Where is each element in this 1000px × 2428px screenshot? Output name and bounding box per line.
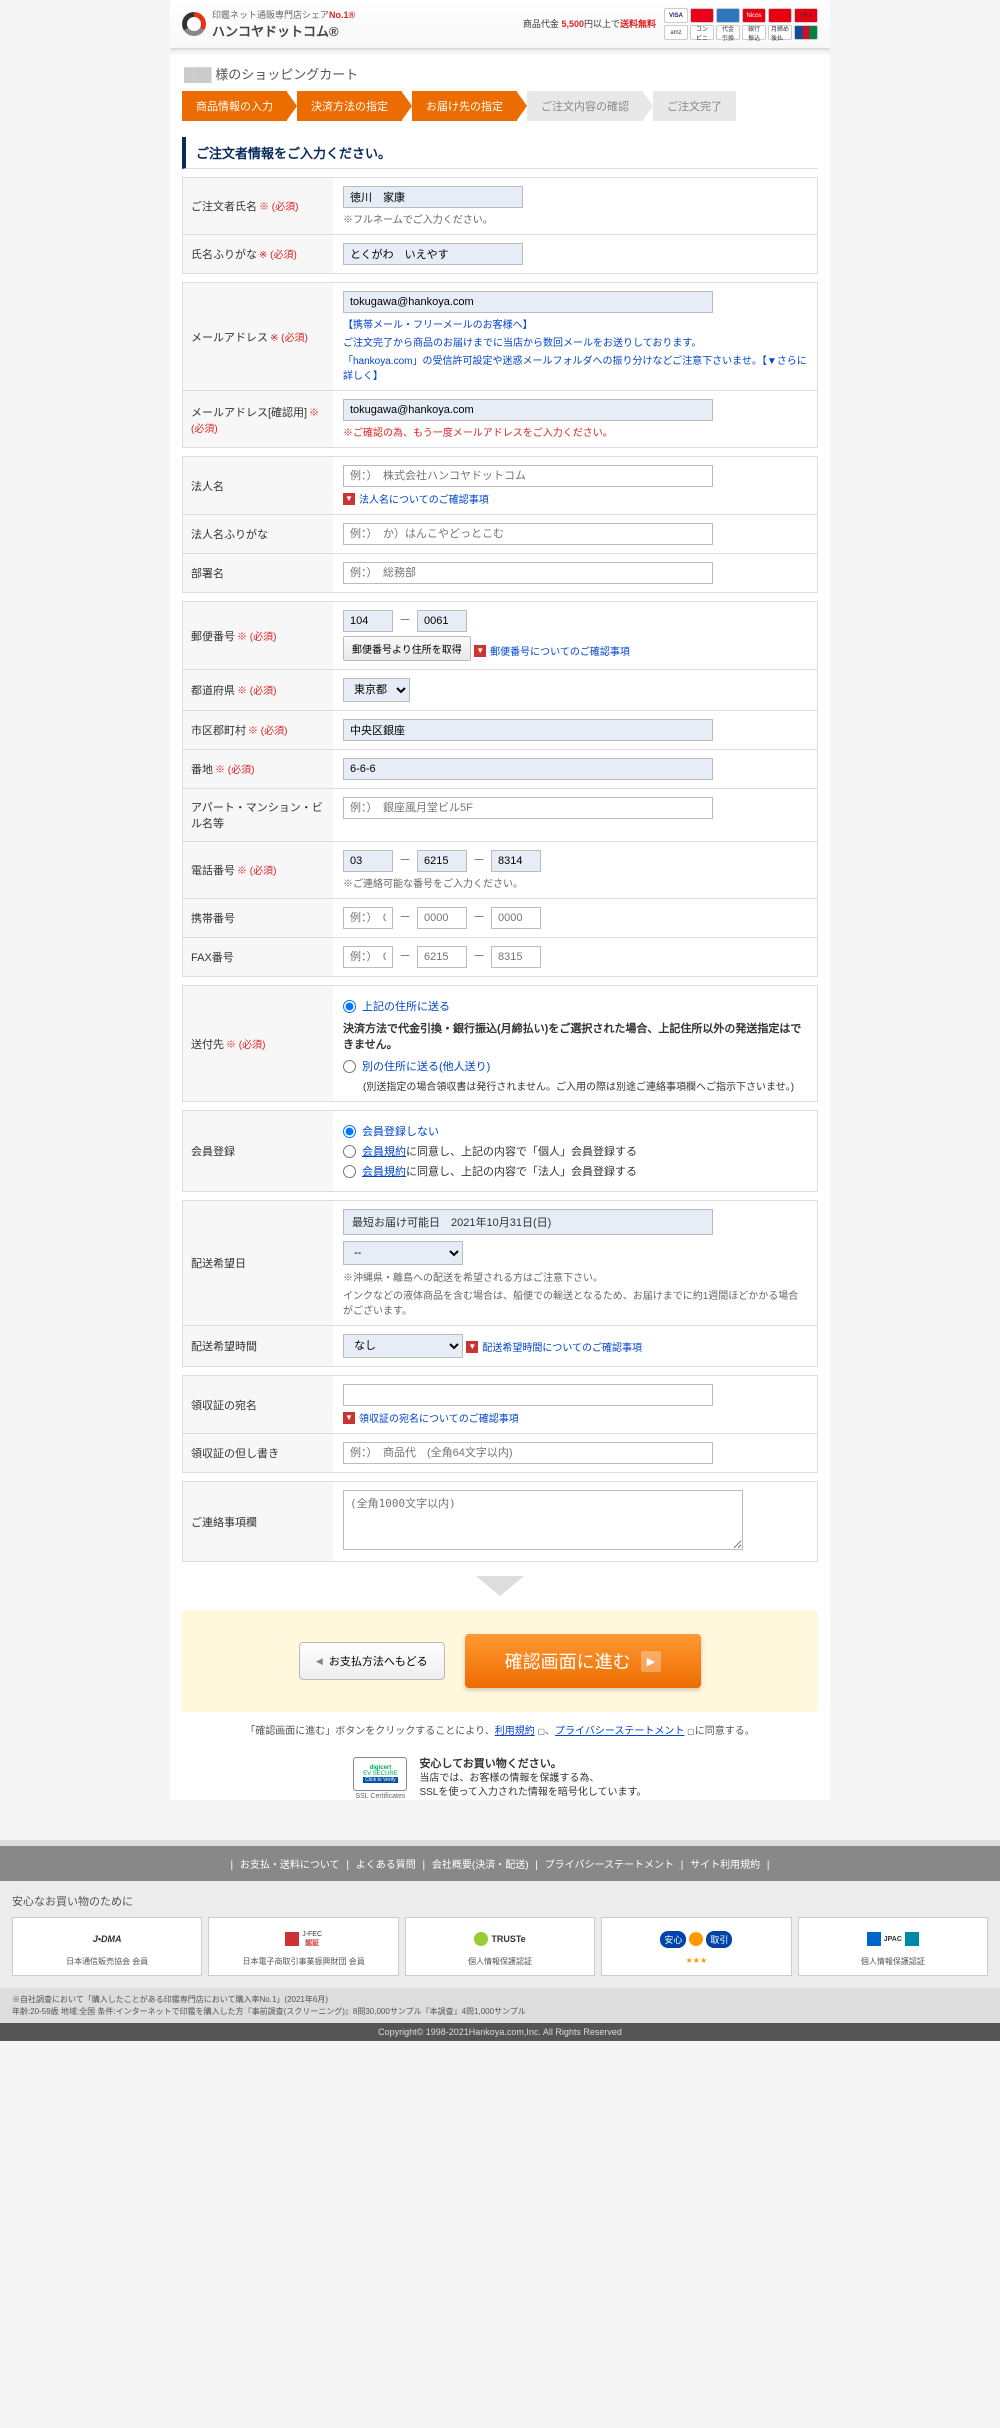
free-shipping-note: 商品代金 5,500円以上で送料無料 bbox=[523, 19, 656, 30]
zip2-input[interactable] bbox=[417, 610, 467, 632]
privacy-link[interactable]: プライバシーステートメント bbox=[555, 1726, 684, 1737]
zip1-input[interactable] bbox=[343, 610, 393, 632]
section-heading: ご注文者情報をご入力ください。 bbox=[182, 137, 818, 169]
confirm-button[interactable]: 確認画面に進む bbox=[465, 1634, 701, 1688]
deliv-date-select[interactable]: -- bbox=[343, 1241, 463, 1265]
addr-input[interactable] bbox=[343, 758, 713, 780]
receipt-note-input[interactable] bbox=[343, 1442, 713, 1464]
city-input[interactable] bbox=[343, 719, 713, 741]
fax1-input[interactable] bbox=[343, 946, 393, 968]
tel3-input[interactable] bbox=[491, 850, 541, 872]
receipt-name-input[interactable] bbox=[343, 1384, 713, 1406]
payment-icons: VISANicos UFJ amzコンビニ代金引換銀行振込 月締め後払 bbox=[664, 8, 818, 40]
step-5: ご注文完了 bbox=[653, 91, 736, 121]
corp-hint-link[interactable]: 法人名についてのご確認事項 bbox=[343, 491, 489, 506]
name-input[interactable] bbox=[343, 186, 523, 208]
tel2-input[interactable] bbox=[417, 850, 467, 872]
fax2-input[interactable] bbox=[417, 946, 467, 968]
logo[interactable]: 印鑑ネット通販専門店シェアNo.1® ハンコヤドットコム® bbox=[182, 8, 355, 40]
back-button[interactable]: お支払方法へもどる bbox=[299, 1642, 445, 1680]
footer-links: | お支払・送料について | よくある質問 | 会社概要(決済・配送) | プラ… bbox=[0, 1846, 1000, 1881]
dept-input[interactable] bbox=[343, 562, 713, 584]
footer: | お支払・送料について | よくある質問 | 会社概要(決済・配送) | プラ… bbox=[0, 1840, 1000, 2040]
register-radio-none[interactable]: 会員登録しない bbox=[343, 1123, 807, 1139]
step-4: ご注文内容の確認 bbox=[527, 91, 643, 121]
cart-title: ███ 様のショッピングカート bbox=[170, 56, 830, 91]
register-radio-personal[interactable]: 会員規約に同意し、上記の内容で「個人」会員登録する bbox=[343, 1143, 807, 1159]
email-confirm-input[interactable] bbox=[343, 399, 713, 421]
down-arrow-icon bbox=[476, 1576, 524, 1596]
deliv-time-select[interactable]: なし bbox=[343, 1334, 463, 1358]
mob1-input[interactable] bbox=[343, 907, 393, 929]
contact-textarea[interactable] bbox=[343, 1490, 743, 1550]
earliest-delivery: 最短お届け可能日 2021年10月31日(日) bbox=[343, 1209, 713, 1235]
mob2-input[interactable] bbox=[417, 907, 467, 929]
brand-name: ハンコヤドットコム® bbox=[212, 21, 355, 40]
checkout-steps: 商品情報の入力 決済方法の指定 お届け先の指定 ご注文内容の確認 ご注文完了 bbox=[170, 91, 830, 131]
footer-link[interactable]: サイト利用規約 bbox=[686, 1860, 764, 1871]
terms-link[interactable]: 利用規約 bbox=[495, 1726, 535, 1737]
trust-badge: J•DMA日本通信販売協会 会員 bbox=[12, 1917, 202, 1976]
footer-link[interactable]: 会社概要(決済・配送) bbox=[428, 1860, 533, 1871]
shipto-radio-other[interactable]: 別の住所に送る(他人送り) bbox=[343, 1058, 807, 1074]
register-radio-corp[interactable]: 会員規約に同意し、上記の内容で「法人」会員登録する bbox=[343, 1163, 807, 1179]
mob3-input[interactable] bbox=[491, 907, 541, 929]
pref-select[interactable]: 東京都 bbox=[343, 678, 410, 702]
footer-link[interactable]: プライバシーステートメント bbox=[541, 1860, 678, 1871]
zip-hint-link[interactable]: 郵便番号についてのご確認事項 bbox=[474, 643, 630, 658]
step-1: 商品情報の入力 bbox=[182, 91, 287, 121]
header: 印鑑ネット通販専門店シェアNo.1® ハンコヤドットコム® 商品代金 5,500… bbox=[170, 0, 830, 50]
receipt-hint-link[interactable]: 領収証の宛名についてのご確認事項 bbox=[343, 1410, 519, 1425]
email-input[interactable] bbox=[343, 291, 713, 313]
copyright: Copyright© 1998-2021Hankoya.com,Inc. All… bbox=[0, 2023, 1000, 2041]
logo-icon bbox=[182, 12, 206, 36]
kana-input[interactable] bbox=[343, 243, 523, 265]
ssl-area: digicert EV SECURE Click to Verify SSL C… bbox=[170, 1757, 830, 1800]
bldg-input[interactable] bbox=[343, 797, 713, 819]
tel1-input[interactable] bbox=[343, 850, 393, 872]
step-2: 決済方法の指定 bbox=[297, 91, 402, 121]
trust-badge: 安心取引★★★ bbox=[601, 1917, 791, 1976]
agree-note: 「確認画面に進む」ボタンをクリックすることにより、利用規約 ▢、プライバシーステ… bbox=[170, 1722, 830, 1737]
footer-link[interactable]: よくある質問 bbox=[352, 1860, 420, 1871]
trust-badge: TRUSTe個人情報保護認証 bbox=[405, 1917, 595, 1976]
corp-kana-input[interactable] bbox=[343, 523, 713, 545]
deliv-time-hint-link[interactable]: 配送希望時間についてのご確認事項 bbox=[466, 1339, 642, 1354]
fax3-input[interactable] bbox=[491, 946, 541, 968]
trust-badge: J-FEC認証日本電子商取引事業振興財団 会員 bbox=[208, 1917, 398, 1976]
corp-input[interactable] bbox=[343, 465, 713, 487]
trust-badge: JPAC個人情報保護認証 bbox=[798, 1917, 988, 1976]
step-3: お届け先の指定 bbox=[412, 91, 517, 121]
zip-lookup-button[interactable]: 郵便番号より住所を取得 bbox=[343, 636, 471, 661]
shipto-radio-same[interactable]: 上記の住所に送る bbox=[343, 998, 807, 1014]
footer-link[interactable]: お支払・送料について bbox=[236, 1860, 344, 1871]
ssl-badge-icon[interactable]: digicert EV SECURE Click to Verify bbox=[353, 1757, 407, 1791]
